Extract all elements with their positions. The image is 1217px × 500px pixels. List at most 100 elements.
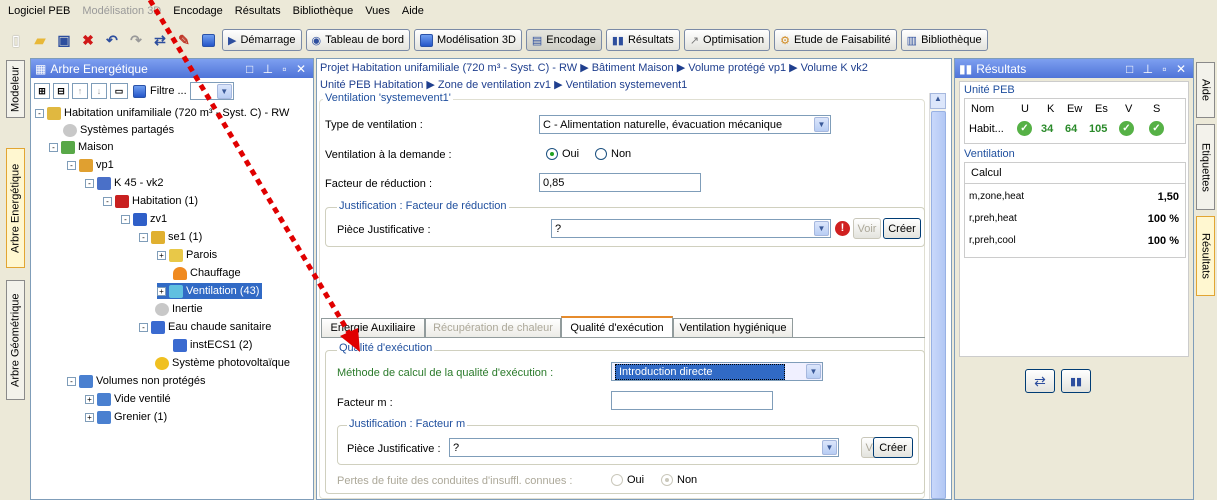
- tab-etiquettes[interactable]: Etiquettes: [1196, 124, 1215, 210]
- tree-node[interactable]: - vp1: [67, 157, 114, 173]
- energy-sector-icon: [151, 230, 165, 244]
- tab-ventilation-hygienique[interactable]: Ventilation hygiénique: [673, 318, 793, 337]
- justification-reduction-title: Justification : Facteur de réduction: [337, 200, 509, 212]
- tree-panel-title-bar: ▦ Arbre Energétique □ ⊥ ▫ ✕: [31, 59, 313, 78]
- tree-node[interactable]: instECS1 (2): [173, 337, 252, 353]
- tree-toolbar: ⊞ ⊟ ↑ ↓ ▭ Filtre ... ▼: [34, 80, 312, 102]
- tab-energie-auxiliaire[interactable]: Energie Auxiliaire: [321, 318, 425, 337]
- optimisation-button[interactable]: ↗ Optimisation: [683, 29, 771, 51]
- tree-panel-icon: ▦: [35, 61, 47, 76]
- results-window-controls-icon[interactable]: □ ⊥ ▫ ✕: [1126, 62, 1189, 76]
- tree-node[interactable]: + Parois: [157, 247, 217, 263]
- tab-qualite-execution[interactable]: Qualité d'exécution: [561, 316, 673, 337]
- tab-modeleur[interactable]: Modeleur: [6, 60, 25, 118]
- lock-house-icon: [47, 106, 61, 120]
- tree-node[interactable]: -K 45 - vk2: [85, 175, 164, 191]
- menu-resultats[interactable]: Résultats: [235, 5, 281, 17]
- wand-icon[interactable]: ✎: [174, 30, 194, 50]
- k-volume-icon: [97, 176, 111, 190]
- tree-node[interactable]: - Volumes non protégés: [67, 373, 205, 389]
- encodage-button[interactable]: ▤ Encodage: [525, 29, 602, 51]
- tab-resultats[interactable]: Résultats: [1196, 216, 1215, 296]
- tree-node[interactable]: - Maison: [49, 139, 113, 155]
- window-icon[interactable]: [198, 30, 218, 50]
- menu-logiciel-peb[interactable]: Logiciel PEB: [8, 5, 70, 17]
- demande-non-radio[interactable]: Non: [595, 148, 631, 160]
- walls-icon: [169, 248, 183, 262]
- scroll-up-icon[interactable]: ▲: [930, 93, 946, 109]
- tree-node[interactable]: Chauffage: [173, 265, 241, 281]
- tree-node[interactable]: - Habitation (1): [103, 193, 198, 209]
- pertes-insuffl-oui-radio[interactable]: Oui: [611, 474, 644, 486]
- tree-node[interactable]: - se1 (1): [139, 229, 202, 245]
- refresh-results-button[interactable]: ⇄: [1025, 369, 1055, 393]
- facteur-m-input[interactable]: [611, 391, 773, 410]
- solar-icon: [155, 356, 169, 370]
- vertical-scrollbar[interactable]: ▲: [929, 93, 946, 499]
- tab-recuperation-chaleur[interactable]: Récupération de chaleur: [425, 318, 561, 337]
- type-ventilation-select[interactable]: C - Alimentation naturelle, évacuation m…: [539, 115, 831, 134]
- breadcrumb-line-2[interactable]: Unité PEB Habitation ▶ Zone de ventilati…: [320, 78, 687, 91]
- inertia-icon: [155, 302, 169, 316]
- view-icon[interactable]: ▭: [110, 83, 128, 99]
- error-icon: !: [835, 221, 850, 236]
- save-icon[interactable]: ▣: [54, 30, 74, 50]
- modelisation-3d-button[interactable]: Modélisation 3D: [414, 29, 522, 51]
- creer-m-button[interactable]: Créer: [873, 437, 913, 458]
- tree-node[interactable]: - Eau chaude sanitaire: [139, 319, 271, 335]
- tab-arbre-energetique[interactable]: Arbre Energétique: [6, 148, 25, 268]
- menu-encodage[interactable]: Encodage: [173, 5, 223, 17]
- menu-vues[interactable]: Vues: [365, 5, 390, 17]
- delete-icon[interactable]: ✖: [78, 30, 98, 50]
- demarrage-button[interactable]: ▶ Démarrage: [222, 29, 302, 51]
- chevron-down-icon: ▼: [822, 440, 837, 455]
- pertes-insuffl-non-radio[interactable]: Non: [661, 474, 697, 486]
- bibliotheque-button[interactable]: ▥ Bibliothèque: [900, 29, 988, 51]
- piece-justificative-select[interactable]: ? ▼: [551, 219, 831, 238]
- tree-node[interactable]: Inertie: [155, 301, 203, 317]
- tab-arbre-geometrique[interactable]: Arbre Géométrique: [6, 280, 25, 400]
- methode-calcul-select[interactable]: Introduction directe ▼: [611, 362, 823, 381]
- tree-node[interactable]: - Habitation unifamiliale (720 m³ - Syst.…: [35, 105, 289, 121]
- etude-faisabilite-button[interactable]: ⚙ Etude de Faisabilité: [774, 29, 897, 51]
- result-unit-name[interactable]: Habit...: [969, 123, 1004, 135]
- tableau-de-bord-button[interactable]: ◉ Tableau de bord: [305, 29, 411, 51]
- filter-dropdown[interactable]: ▼: [189, 82, 234, 100]
- piece-justificative-m-select[interactable]: ? ▼: [449, 438, 839, 457]
- tree-node-selected[interactable]: + Ventilation (43): [157, 283, 263, 299]
- tree-node[interactable]: Systèmes partagés: [63, 122, 174, 138]
- collapse-all-icon[interactable]: ⊟: [53, 83, 69, 99]
- chart-results-button[interactable]: ▮▮: [1061, 369, 1091, 393]
- new-file-icon[interactable]: ▯: [6, 30, 26, 50]
- panel-window-controls-icon[interactable]: □ ⊥ ▫ ✕: [246, 62, 309, 76]
- voir-button[interactable]: Voir: [853, 218, 881, 239]
- unprotected-volume-icon: [79, 374, 93, 388]
- zone-icon: [133, 212, 147, 226]
- resultats-button[interactable]: ▮▮ Résultats: [605, 29, 680, 51]
- refresh-icon[interactable]: ⇄: [150, 30, 170, 50]
- cube-filter-icon[interactable]: [131, 83, 147, 99]
- methode-calcul-label: Méthode de calcul de la qualité d'exécut…: [337, 367, 554, 379]
- tree-node[interactable]: Système photovoltaïque: [155, 355, 290, 371]
- scroll-thumb[interactable]: [931, 111, 946, 499]
- tree-node[interactable]: + Vide ventilé: [85, 391, 171, 407]
- ventilation-results-title: Ventilation: [964, 148, 1015, 160]
- tree-node[interactable]: - zv1: [121, 211, 167, 227]
- tree-node[interactable]: + Grenier (1): [85, 409, 167, 425]
- menu-modelisation-3d: Modélisation 3D: [82, 5, 162, 17]
- facteur-m-label: Facteur m :: [337, 397, 393, 409]
- move-down-icon[interactable]: ↓: [91, 83, 107, 99]
- redo-icon[interactable]: ↷: [126, 30, 146, 50]
- menu-bibliotheque[interactable]: Bibliothèque: [293, 5, 354, 17]
- undo-icon[interactable]: ↶: [102, 30, 122, 50]
- open-folder-icon[interactable]: ▰: [30, 30, 50, 50]
- creer-button[interactable]: Créer: [883, 218, 921, 239]
- facteur-reduction-input[interactable]: 0,85: [539, 173, 701, 192]
- breadcrumb-line-1[interactable]: Projet Habitation unifamiliale (720 m³ -…: [320, 61, 868, 74]
- expand-all-icon[interactable]: ⊞: [34, 83, 50, 99]
- optimisation-icon: ↗: [689, 34, 700, 47]
- demande-oui-radio[interactable]: Oui: [546, 148, 579, 160]
- tab-aide[interactable]: Aide: [1196, 62, 1215, 118]
- move-up-icon[interactable]: ↑: [72, 83, 88, 99]
- menu-aide[interactable]: Aide: [402, 5, 424, 17]
